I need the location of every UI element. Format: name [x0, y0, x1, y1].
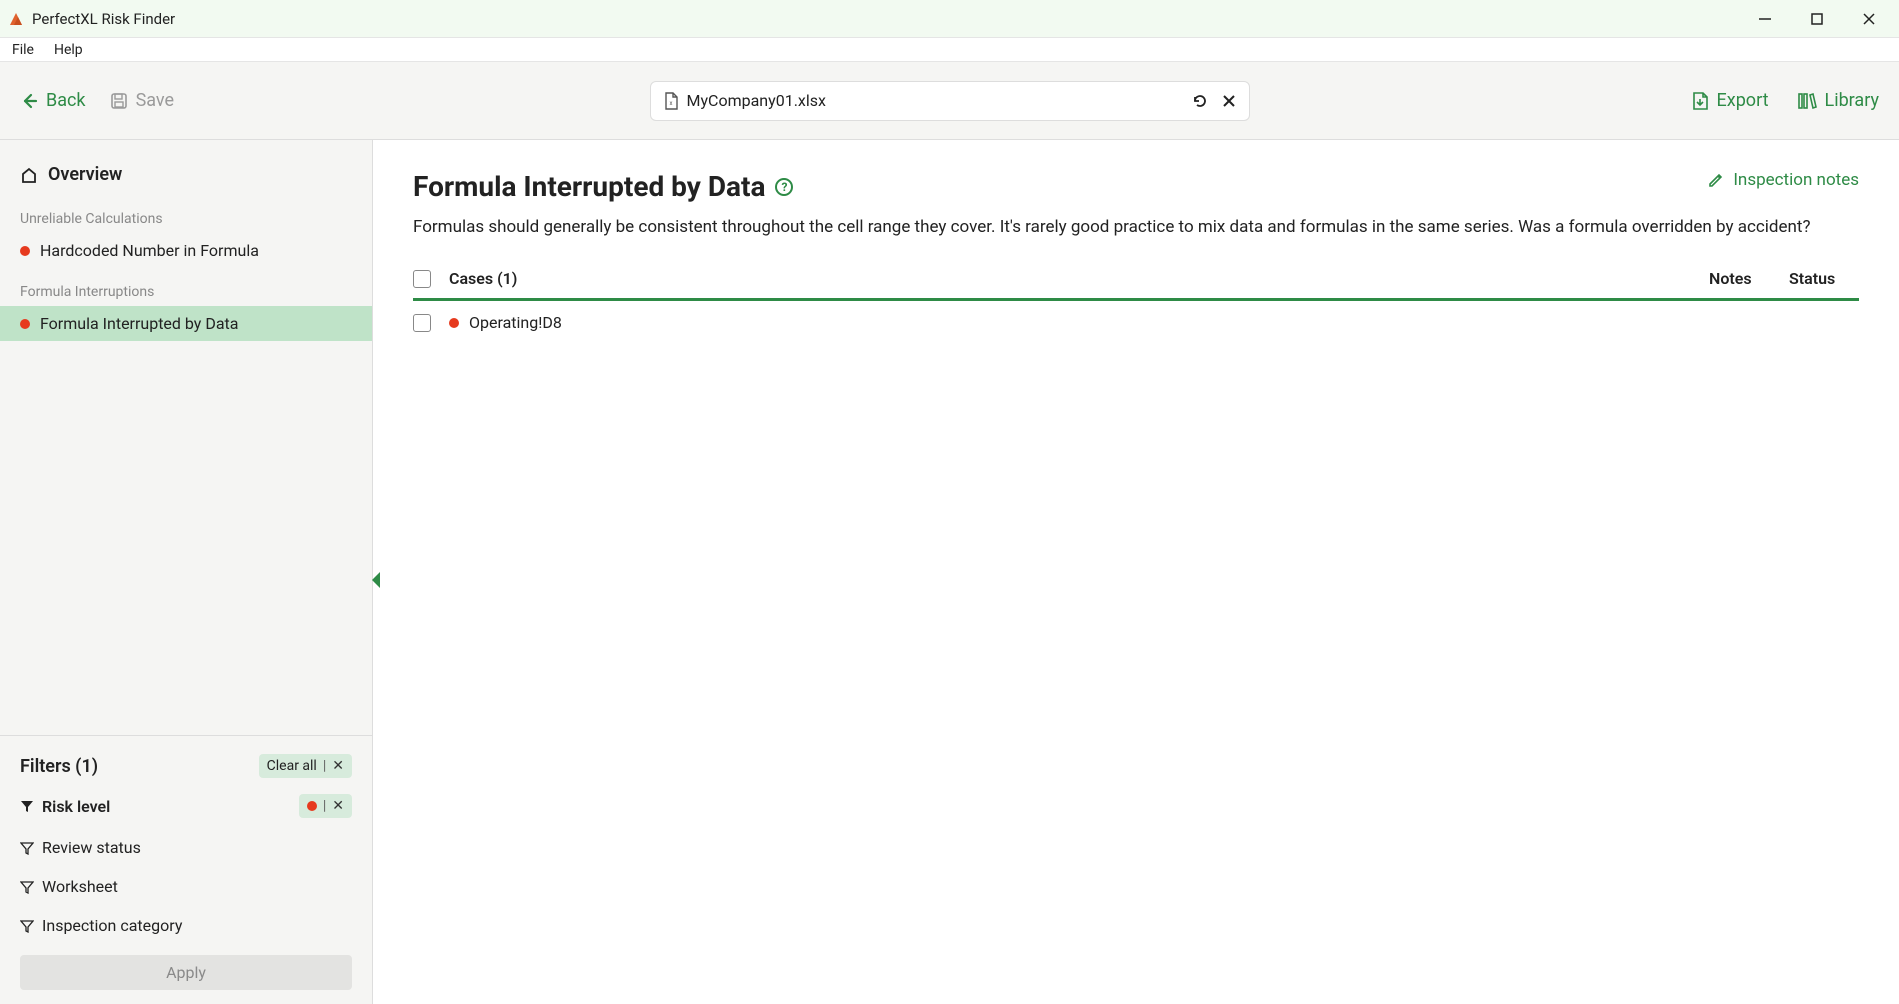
filter-worksheet[interactable]: Worksheet — [20, 873, 352, 900]
cases-label: Cases (1) — [449, 269, 1709, 288]
filter-inspection-category[interactable]: Inspection category — [20, 912, 352, 939]
apply-label: Apply — [166, 963, 206, 982]
clear-all-filters[interactable]: Clear all | ✕ — [259, 754, 352, 778]
status-header: Status — [1789, 269, 1859, 288]
close-button[interactable] — [1859, 9, 1879, 29]
clear-all-label: Clear all — [267, 758, 317, 774]
library-button[interactable]: Library — [1797, 90, 1880, 111]
filter-review-status[interactable]: Review status — [20, 834, 352, 861]
risk-dot-icon — [449, 318, 459, 328]
sidebar-item-label: Hardcoded Number in Formula — [40, 241, 259, 260]
inspection-notes-button[interactable]: Inspection notes — [1707, 170, 1859, 190]
overview-label: Overview — [48, 164, 122, 185]
reload-button[interactable] — [1191, 92, 1209, 110]
risk-dot-icon — [20, 319, 30, 329]
notes-header: Notes — [1709, 269, 1789, 288]
edit-icon — [1707, 171, 1725, 189]
filename-text: MyCompany01.xlsx — [679, 91, 1191, 110]
inspection-notes-label: Inspection notes — [1733, 170, 1859, 190]
sidebar-item-formula-interrupted[interactable]: Formula Interrupted by Data — [0, 306, 372, 341]
description: Formulas should generally be consistent … — [413, 217, 1859, 237]
menu-file[interactable]: File — [8, 40, 38, 60]
case-name: Operating!D8 — [469, 313, 562, 332]
sidebar-collapse-handle[interactable] — [370, 570, 382, 590]
funnel-icon — [20, 880, 34, 894]
funnel-icon — [20, 919, 34, 933]
sidebar: Overview Unreliable Calculations Hardcod… — [0, 140, 373, 1004]
filename-field: x MyCompany01.xlsx — [650, 81, 1250, 121]
file-icon: x — [663, 92, 679, 110]
export-button[interactable]: Export — [1691, 90, 1769, 111]
svg-text:x: x — [669, 100, 672, 107]
app-icon — [8, 11, 24, 27]
help-icon[interactable]: ? — [775, 178, 793, 196]
library-label: Library — [1825, 90, 1880, 111]
funnel-icon — [20, 841, 34, 855]
page-title-row: Formula Interrupted by Data ? — [413, 170, 793, 203]
page-title: Formula Interrupted by Data — [413, 170, 765, 203]
sidebar-overview[interactable]: Overview — [0, 154, 372, 195]
cases-header: Cases (1) Notes Status — [413, 269, 1859, 301]
filter-label: Risk level — [42, 797, 110, 816]
close-icon: ✕ — [332, 758, 344, 774]
save-label: Save — [136, 90, 175, 111]
filters-title: Filters (1) — [20, 756, 98, 777]
filters-panel: Filters (1) Clear all | ✕ Risk level | ✕ — [0, 735, 372, 1004]
apply-filters-button[interactable]: Apply — [20, 955, 352, 990]
sidebar-group-interruptions: Formula Interruptions Formula Interrupte… — [0, 278, 372, 341]
minimize-button[interactable] — [1755, 9, 1775, 29]
save-button[interactable]: Save — [110, 90, 175, 111]
close-file-button[interactable] — [1221, 92, 1237, 110]
group-title: Unreliable Calculations — [0, 205, 372, 233]
menu-help[interactable]: Help — [50, 40, 87, 60]
toolbar: Back Save x MyCompany01.xlsx Export Libr… — [0, 62, 1899, 140]
case-checkbox[interactable] — [413, 314, 431, 332]
home-icon — [20, 166, 38, 184]
risk-dot-icon — [20, 246, 30, 256]
close-icon: ✕ — [332, 798, 344, 814]
app-title: PerfectXL Risk Finder — [32, 10, 175, 28]
sidebar-item-label: Formula Interrupted by Data — [40, 314, 238, 333]
filter-risk-level[interactable]: Risk level | ✕ — [20, 790, 352, 822]
select-all-checkbox[interactable] — [413, 270, 431, 288]
back-label: Back — [46, 90, 86, 111]
group-title: Formula Interruptions — [0, 278, 372, 306]
titlebar: PerfectXL Risk Finder — [0, 0, 1899, 38]
filter-label: Worksheet — [42, 877, 118, 896]
case-row[interactable]: Operating!D8 — [413, 301, 1859, 344]
filter-label: Inspection category — [42, 916, 182, 935]
main: Overview Unreliable Calculations Hardcod… — [0, 140, 1899, 1004]
export-label: Export — [1717, 90, 1769, 111]
back-button[interactable]: Back — [20, 90, 86, 111]
maximize-button[interactable] — [1807, 9, 1827, 29]
sidebar-group-unreliable: Unreliable Calculations Hardcoded Number… — [0, 205, 372, 268]
content: Formula Interrupted by Data ? Inspection… — [373, 140, 1899, 1004]
menubar: File Help — [0, 38, 1899, 62]
window-controls — [1755, 9, 1891, 29]
funnel-icon — [20, 799, 34, 813]
sidebar-item-hardcoded-number[interactable]: Hardcoded Number in Formula — [0, 233, 372, 268]
risk-dot-icon — [307, 801, 317, 811]
risk-level-chip[interactable]: | ✕ — [299, 794, 352, 818]
filter-label: Review status — [42, 838, 141, 857]
